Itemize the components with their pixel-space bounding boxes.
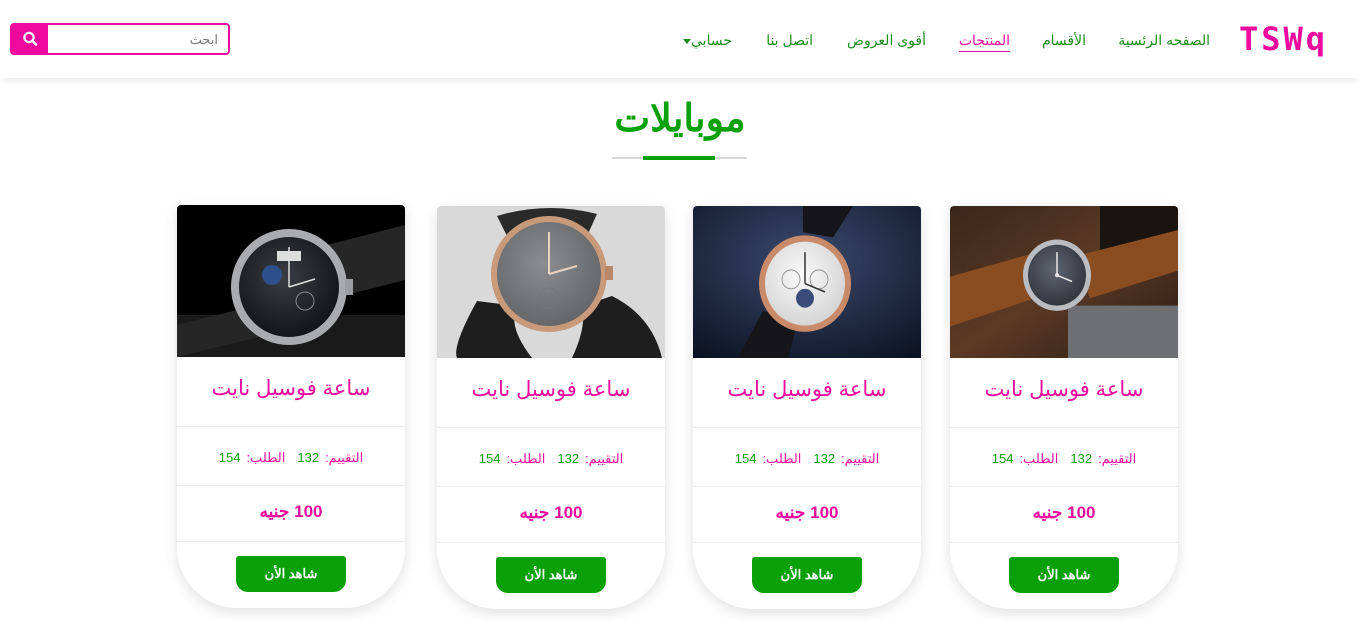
product-meta: التقييم: 132 الطلب: 154 [693, 428, 921, 487]
product-price: 100 جنيه [693, 487, 921, 543]
rating-value: 132 [297, 450, 320, 465]
product-card: ساعة فوسيل نايت التقييم: 132 الطلب: 154 100… [950, 206, 1178, 609]
card-footer: شاهد الأن [177, 542, 405, 608]
view-now-button[interactable]: شاهد الأن [1009, 557, 1119, 593]
rating-value: 132 [557, 451, 580, 466]
title-divider-accent [643, 156, 715, 160]
nav-item-contact[interactable]: اتصل بنا [766, 30, 813, 50]
search-button[interactable] [12, 25, 48, 53]
product-title[interactable]: ساعة فوسيل نايت [437, 358, 665, 428]
search-icon [23, 31, 38, 46]
orders-value: 154 [734, 451, 757, 466]
product-title[interactable]: ساعة فوسيل نايت [177, 357, 405, 427]
card-footer: شاهد الأن [950, 543, 1178, 609]
product-image[interactable] [437, 206, 665, 358]
view-now-button[interactable]: شاهد الأن [236, 556, 346, 592]
orders-label: الطلب: [506, 451, 546, 466]
rating-label: التقييم: [325, 450, 364, 465]
product-price: 100 جنيه [177, 486, 405, 542]
search-bar [10, 23, 230, 55]
product-price: 100 جنيه [437, 487, 665, 543]
product-card: ساعة فوسيل نايت التقييم: 132 الطلب: 154 100… [437, 206, 665, 609]
orders-label: الطلب: [1019, 451, 1059, 466]
view-now-button[interactable]: شاهد الأن [752, 557, 862, 593]
nav-item-account[interactable]: حسابي [679, 30, 732, 50]
product-card: ساعة فوسيل نايت التقييم: 132 الطلب: 154 100… [177, 205, 405, 608]
nav-item-home[interactable]: الصفحه الرئسية [1118, 30, 1210, 50]
product-card: ساعة فوسيل نايت التقييم: 132 الطلب: 154 100… [693, 206, 921, 609]
rating-label: التقييم: [585, 451, 624, 466]
navbar: TSWq الصفحه الرئسية الأقسام المنتجات أقو… [0, 0, 1360, 78]
brand-logo[interactable]: TSWq [1239, 20, 1328, 58]
product-meta: التقييم: 132 الطلب: 154 [437, 428, 665, 487]
product-image[interactable] [950, 206, 1178, 358]
product-meta: التقييم: 132 الطلب: 154 [177, 427, 405, 486]
nav-item-categories[interactable]: الأقسام [1042, 30, 1086, 50]
caret-down-icon [683, 38, 692, 44]
orders-value: 154 [478, 451, 501, 466]
orders-label: الطلب: [762, 451, 802, 466]
rating-value: 132 [813, 451, 836, 466]
product-image[interactable] [177, 205, 405, 357]
nav-item-products[interactable]: المنتجات [958, 30, 1010, 52]
rating-value: 132 [1070, 451, 1093, 466]
nav-item-best-offers[interactable]: أقوى العروض [847, 30, 926, 50]
section-title: موبايلات [614, 98, 746, 140]
search-input[interactable] [48, 25, 228, 53]
product-price: 100 جنيه [950, 487, 1178, 543]
rating-label: التقييم: [1098, 451, 1137, 466]
orders-value: 154 [218, 450, 241, 465]
card-footer: شاهد الأن [437, 543, 665, 609]
product-image[interactable] [693, 206, 921, 358]
rating-label: التقييم: [841, 451, 880, 466]
product-meta: التقييم: 132 الطلب: 154 [950, 428, 1178, 487]
nav-item-account-label: حسابي [691, 32, 732, 48]
product-title[interactable]: ساعة فوسيل نايت [950, 358, 1178, 428]
view-now-button[interactable]: شاهد الأن [496, 557, 606, 593]
product-title[interactable]: ساعة فوسيل نايت [693, 358, 921, 428]
orders-label: الطلب: [246, 450, 286, 465]
orders-value: 154 [991, 451, 1014, 466]
card-footer: شاهد الأن [693, 543, 921, 609]
